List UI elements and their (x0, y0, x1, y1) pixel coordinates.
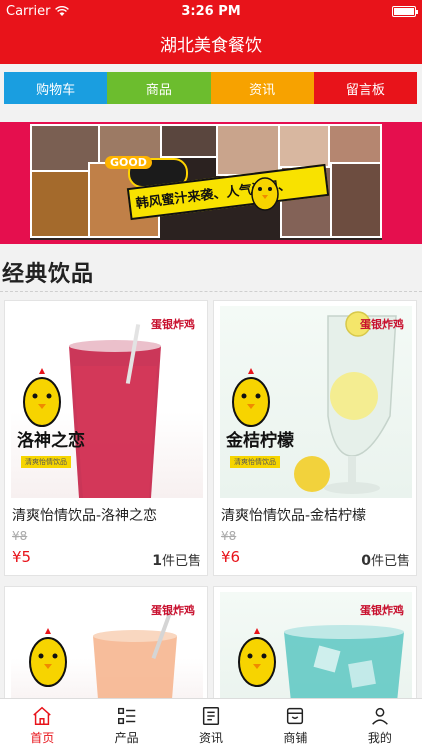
product-image: 蛋银炸鸡 (220, 592, 412, 712)
battery-icon (392, 5, 418, 17)
product-sold: 1件已售 (152, 550, 201, 569)
product-old-price: ¥8 (221, 529, 237, 543)
product-sublabel: 清爽怡情饮品 (21, 456, 71, 468)
menu-row: 购物车 商品 资讯 留言板 (4, 72, 417, 104)
brand-mark: 蛋银炸鸡 (151, 318, 195, 331)
product-old-price: ¥8 (12, 529, 28, 543)
menu-item-cart[interactable]: 购物车 (4, 72, 108, 104)
section-title: 经典饮品 (2, 262, 95, 287)
chick-mascot-icon (23, 368, 61, 427)
sold-count: 1 (152, 553, 162, 569)
tab-products[interactable]: 产品 (84, 699, 168, 750)
status-bar: Carrier 3:26 PM (0, 0, 422, 22)
product-image: 蛋银炸鸡 洛神之恋 清爽怡情饮品 (11, 306, 203, 498)
news-icon (202, 707, 220, 725)
status-right (392, 5, 418, 17)
menu-item-news[interactable]: 资讯 (210, 72, 314, 104)
app-screen: Carrier 3:26 PM 湖北美食餐饮 购物车 商品 资讯 留言板 GOO… (0, 0, 422, 750)
product-sublabel: 清爽怡情饮品 (230, 456, 280, 468)
list-icon (117, 707, 135, 725)
banner-good-label: GOOD (105, 156, 152, 169)
tab-shop[interactable]: 商铺 (253, 699, 337, 750)
sold-suffix: 件已售 (161, 554, 201, 569)
tab-label: 产品 (114, 731, 139, 745)
home-icon (33, 706, 51, 725)
product-sold: 0件已售 (361, 550, 410, 569)
product-price: ¥5 (12, 548, 32, 566)
product-image: 蛋银炸鸡 (11, 592, 203, 712)
page-title: 湖北美食餐饮 (160, 35, 262, 56)
chick-mascot-icon (238, 628, 276, 687)
tab-bar: 首页 产品 资讯 商铺 我的 (0, 698, 422, 750)
product-price: ¥6 (221, 548, 241, 566)
section-divider (0, 291, 422, 292)
tab-home[interactable]: 首页 (0, 699, 84, 750)
product-label: 洛神之恋 (17, 431, 85, 451)
tab-label: 资讯 (199, 731, 224, 745)
sold-suffix: 件已售 (370, 554, 410, 569)
tab-label: 我的 (367, 731, 392, 745)
chick-mascot-icon (251, 177, 279, 211)
brand-mark: 蛋银炸鸡 (360, 604, 404, 617)
product-card[interactable]: 蛋银炸鸡 洛神之恋 清爽怡情饮品 清爽怡情饮品-洛神之恋 ¥8 ¥5 1件已售 (4, 300, 208, 576)
product-image: 蛋银炸鸡 金桔柠檬 清爽怡情饮品 (220, 306, 412, 498)
status-time: 3:26 PM (181, 3, 241, 19)
product-name: 清爽怡情饮品-金桔柠檬 (221, 508, 367, 524)
menu-item-products[interactable]: 商品 (107, 72, 211, 104)
user-icon (371, 707, 388, 725)
menu-item-guestbook[interactable]: 留言板 (313, 72, 417, 104)
sold-count: 0 (361, 553, 371, 569)
promo-banner[interactable]: GOOD GOOD 韩风蜜汁来袭、人气满棚、 (0, 122, 422, 244)
tab-label: 首页 (30, 731, 55, 745)
tab-news[interactable]: 资讯 (169, 699, 253, 750)
brand-mark: 蛋银炸鸡 (360, 318, 404, 331)
tab-label: 商铺 (283, 731, 308, 745)
chick-mascot-icon (232, 368, 270, 427)
shop-icon (287, 707, 304, 725)
chick-mascot-icon (29, 628, 67, 687)
product-label: 金桔柠檬 (226, 431, 294, 451)
brand-mark: 蛋银炸鸡 (151, 604, 195, 617)
tab-profile[interactable]: 我的 (338, 699, 422, 750)
product-card[interactable]: 蛋银炸鸡 金桔柠檬 清爽怡情饮品 清爽怡情饮品-金桔柠檬 ¥8 ¥6 0件已售 (213, 300, 417, 576)
product-name: 清爽怡情饮品-洛神之恋 (12, 508, 158, 524)
nav-bar: 湖北美食餐饮 (0, 22, 422, 64)
